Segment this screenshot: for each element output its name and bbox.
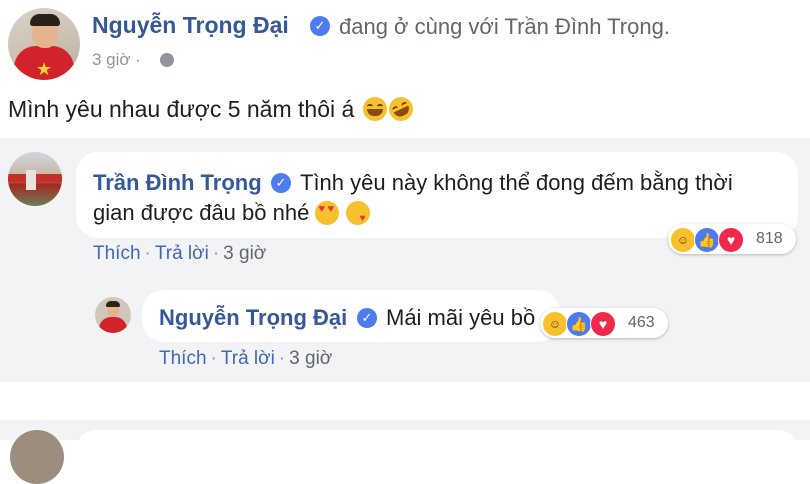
avatar-hair [106, 301, 120, 307]
reply-actions: Thích · Trả lời · 3 giờ [159, 348, 333, 369]
like-reaction-icon: 👍 [566, 311, 592, 337]
globe-icon[interactable] [160, 53, 174, 67]
kiss-emoji-icon [345, 201, 370, 225]
comment-text-line2-text: gian được đâu bồ nhé [93, 200, 310, 225]
post-timestamp[interactable]: 3 giờ · [92, 50, 141, 70]
reactions-summary[interactable]: ☺ 👍 ♥ 818 [668, 224, 796, 254]
post-author-name[interactable]: Nguyễn Trọng Đại [92, 12, 289, 39]
avatar-hair [30, 14, 60, 26]
haha-reaction-icon: ☺ [542, 311, 568, 337]
comment-text-line2: gian được đâu bồ nhé [93, 200, 370, 226]
reactions-summary[interactable]: ☺ 👍 ♥ 463 [540, 308, 668, 338]
comment-time[interactable]: 3 giờ [289, 348, 332, 369]
heart-eyes-emoji-icon [315, 201, 340, 225]
next-comment-bubble [76, 430, 798, 470]
like-link[interactable]: Thích [159, 348, 207, 369]
grinning-emoji-icon [362, 97, 387, 121]
post-message-text: Mình yêu nhau được 5 năm thôi á [8, 96, 355, 122]
comment-text-line1: Tình yêu này không thể đong đếm bằng thờ… [300, 170, 733, 195]
reply-text: Mái mãi yêu bồ [386, 305, 536, 330]
comment-author-name[interactable]: Trần Đình Trọng [93, 170, 262, 196]
reply-link[interactable]: Trả lời [155, 243, 209, 264]
next-comment-avatar[interactable] [10, 430, 64, 484]
reactions-count: 463 [628, 314, 655, 331]
verified-badge-icon: ✓ [310, 16, 330, 36]
reply-author-name[interactable]: Nguyễn Trọng Đại [159, 305, 347, 331]
like-link[interactable]: Thích [93, 243, 141, 264]
reply-link[interactable]: Trả lời [221, 348, 275, 369]
comment-actions: Thích · Trả lời · 3 giờ [93, 243, 267, 264]
verified-badge-icon: ✓ [357, 308, 377, 328]
verified-badge-icon: ✓ [271, 173, 291, 193]
love-reaction-icon: ♥ [590, 311, 616, 337]
post-author-avatar[interactable]: ★ [8, 8, 80, 80]
rofl-emoji-icon [384, 93, 417, 125]
reactions-count: 818 [756, 230, 783, 247]
love-reaction-icon: ♥ [718, 227, 744, 253]
comment-avatar[interactable] [8, 152, 62, 206]
star-icon: ★ [36, 59, 53, 79]
comment-time[interactable]: 3 giờ [223, 243, 266, 264]
avatar-figure [26, 170, 36, 190]
like-reaction-icon: 👍 [694, 227, 720, 253]
post-message: Mình yêu nhau được 5 năm thôi á [8, 93, 417, 125]
reply-avatar[interactable] [95, 297, 131, 333]
haha-reaction-icon: ☺ [670, 227, 696, 253]
avatar-shirt [99, 317, 127, 333]
post-with-text: đang ở cùng với Trần Đình Trọng. [339, 14, 670, 39]
